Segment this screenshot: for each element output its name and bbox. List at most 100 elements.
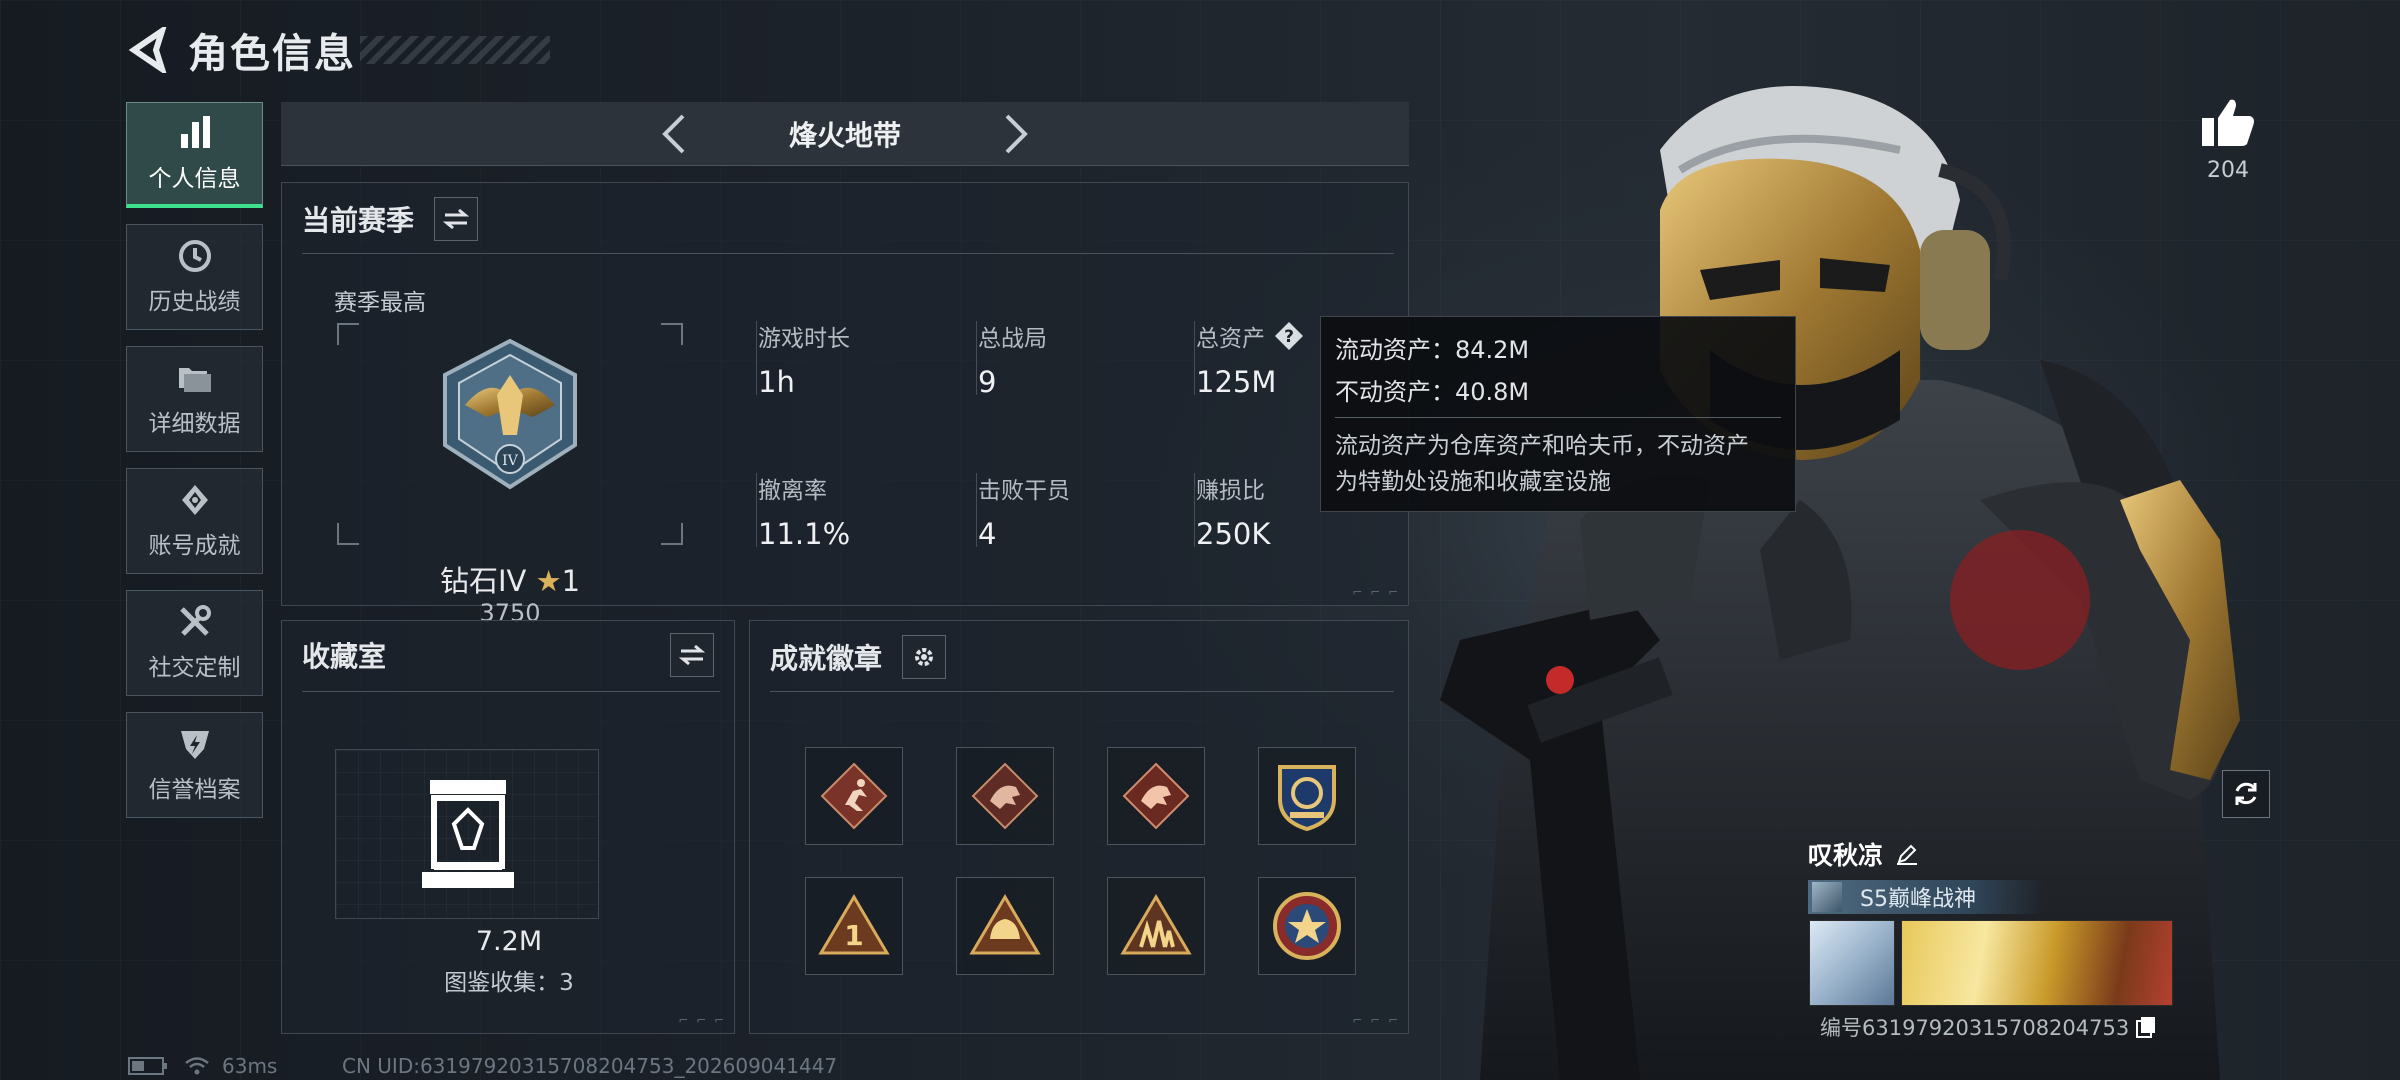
corner-decoration: ⌐ ⌐ ⌐ <box>1352 585 1400 599</box>
nav-label: 信誉档案 <box>148 777 241 803</box>
prev-mode-button[interactable] <box>651 106 695 162</box>
copy-icon[interactable] <box>2135 1015 2157 1039</box>
nav-item-credit-record[interactable]: 信誉档案 <box>126 712 263 818</box>
dragon-badge-icon-2[interactable] <box>1107 747 1205 845</box>
title-decoration <box>360 36 550 64</box>
status-footer: 63ms <box>128 1054 277 1078</box>
tooltip-divider <box>1335 417 1781 418</box>
season-panel: 当前赛季 赛季最高 IV 钻石IV ★1 3750 游戏时长 1h 总战局 9 <box>281 182 1409 627</box>
divider <box>302 691 720 692</box>
nav-label: 账号成就 <box>148 533 241 559</box>
badges-panel-header: 成就徽章 <box>770 635 947 679</box>
runner-badge-icon[interactable] <box>805 747 903 845</box>
player-name: 叹秋凉 <box>1808 841 1884 870</box>
corner-decoration: ⌐ ⌐ ⌐ <box>1352 1013 1400 1027</box>
badges-title: 成就徽章 <box>770 642 883 675</box>
cn-uid: CN UID:63197920315708204753_202609041447 <box>342 1054 838 1078</box>
collection-switch-button[interactable] <box>670 633 714 677</box>
rank-name: 钻石IV ★1 <box>439 564 581 598</box>
side-nav: 个人信息 历史战绩 详细数据 账号成就 社交定制 信誉档案 <box>126 102 263 834</box>
showcase-card-2[interactable] <box>1901 920 2173 1006</box>
tooltip-fixed-assets: 不动资产：40.8M <box>1335 378 1530 406</box>
vault-value: 7.2M <box>475 926 543 957</box>
nav-item-match-history[interactable]: 历史战绩 <box>126 224 263 330</box>
divider <box>770 691 1394 692</box>
like-widget[interactable]: 204 <box>2196 96 2260 183</box>
stat-total-matches: 总战局 9 <box>978 326 1047 399</box>
nav-item-detailed-data[interactable]: 详细数据 <box>126 346 263 452</box>
switch-arrows-icon <box>679 644 705 666</box>
season-switch-button[interactable] <box>434 197 479 241</box>
player-uid: 编号63197920315708204753 <box>1820 1016 2130 1040</box>
assets-tooltip: 流动资产：84.2M 不动资产：40.8M 流动资产为仓库资产和哈夫币，不动资产… <box>1320 316 1796 512</box>
achievement-icon <box>177 482 213 518</box>
collection-panel: 收藏室 7.2M 图鉴收集：3 ⌐ ⌐ ⌐ <box>281 620 735 1034</box>
battery-icon <box>128 1057 168 1075</box>
svg-text:IV: IV <box>502 453 519 469</box>
tooltip-desc-line1: 流动资产为仓库资产和哈夫币，不动资产 <box>1335 433 1749 459</box>
player-uid-row: 编号63197920315708204753 <box>1820 1012 2157 1042</box>
nav-item-achievements[interactable]: 账号成就 <box>126 468 263 574</box>
mode-name: 烽火地带 <box>788 118 901 152</box>
next-mode-button[interactable] <box>995 106 1039 162</box>
stat-playtime: 游戏时长 1h <box>758 326 850 399</box>
badges-panel: 成就徽章 1 ⌐ ⌐ ⌐ <box>749 620 1409 1034</box>
refresh-button[interactable] <box>2222 770 2270 818</box>
number-one-badge-icon[interactable]: 1 <box>805 877 903 975</box>
edit-icon[interactable] <box>1895 842 1919 866</box>
back-arrow-icon[interactable] <box>128 26 168 74</box>
diamond-rank-emblem-icon: IV <box>443 338 577 490</box>
vault-case-icon <box>422 780 514 888</box>
title-emblem-icon <box>1812 882 1842 912</box>
shield-lightning-icon <box>177 726 213 762</box>
squad-badge-icon[interactable] <box>1107 877 1205 975</box>
showcase-cards <box>1809 920 2179 1006</box>
player-title-badge: S5巅峰战神 <box>1808 880 2044 914</box>
vault-collection-count: 图鉴收集：3 <box>444 970 574 996</box>
player-name-row: 叹秋凉 <box>1808 836 2044 872</box>
nav-label: 详细数据 <box>148 411 241 437</box>
showcase-card-1[interactable] <box>1809 920 1895 1006</box>
dragon-badge-icon[interactable] <box>956 747 1054 845</box>
switch-arrows-icon <box>443 208 470 230</box>
badges-settings-button[interactable] <box>902 635 947 679</box>
divider <box>302 253 1394 254</box>
history-clock-icon <box>177 238 213 274</box>
season-best-label: 赛季最高 <box>334 290 426 316</box>
stat-kills: 击败干员 4 <box>978 478 1070 551</box>
player-profile: 叹秋凉 S5巅峰战神 <box>1808 836 2044 914</box>
page-header: 角色信息 <box>128 20 550 80</box>
eagle-shield-badge-icon[interactable] <box>1258 747 1356 845</box>
refresh-icon <box>2235 782 2257 805</box>
help-question-icon[interactable]: ? <box>1273 320 1305 352</box>
nav-label: 历史战绩 <box>148 289 241 315</box>
corner-decoration: ⌐ ⌐ ⌐ <box>678 1013 726 1027</box>
tooltip-liquid-assets: 流动资产：84.2M <box>1335 336 1530 364</box>
collection-panel-header: 收藏室 <box>302 635 714 675</box>
stat-profit-ratio: 赚损比 250K <box>1196 478 1271 551</box>
bar-chart-icon <box>177 115 213 151</box>
nav-item-social-custom[interactable]: 社交定制 <box>126 590 263 696</box>
season-panel-header: 当前赛季 <box>302 197 479 241</box>
tooltip-desc-line2: 为特勤处设施和收藏室设施 <box>1335 469 1611 495</box>
svg-text:?: ? <box>1284 327 1294 347</box>
collection-title: 收藏室 <box>302 640 387 673</box>
nav-item-personal-info[interactable]: 个人信息 <box>126 102 263 208</box>
stat-total-assets: 总资产 ? 125M <box>1196 319 1305 399</box>
stat-extract-rate: 撤离率 11.1% <box>758 478 851 551</box>
mode-selector: 烽火地带 <box>281 102 1409 166</box>
player-title: S5巅峰战神 <box>1860 887 1976 912</box>
rank-frame: IV <box>337 323 683 545</box>
like-count: 204 <box>2207 158 2249 183</box>
season-title: 当前赛季 <box>302 204 415 237</box>
nav-label: 个人信息 <box>148 165 241 192</box>
tools-icon <box>177 604 213 640</box>
ping-value: 63ms <box>222 1054 278 1078</box>
nav-label: 社交定制 <box>148 655 241 681</box>
vault-display[interactable] <box>335 749 599 919</box>
helmet-badge-icon[interactable] <box>956 877 1054 975</box>
svg-text:1: 1 <box>844 919 863 952</box>
star-medal-badge-icon[interactable] <box>1258 877 1356 975</box>
folders-icon <box>177 360 213 396</box>
thumbs-up-icon <box>2202 99 2254 146</box>
